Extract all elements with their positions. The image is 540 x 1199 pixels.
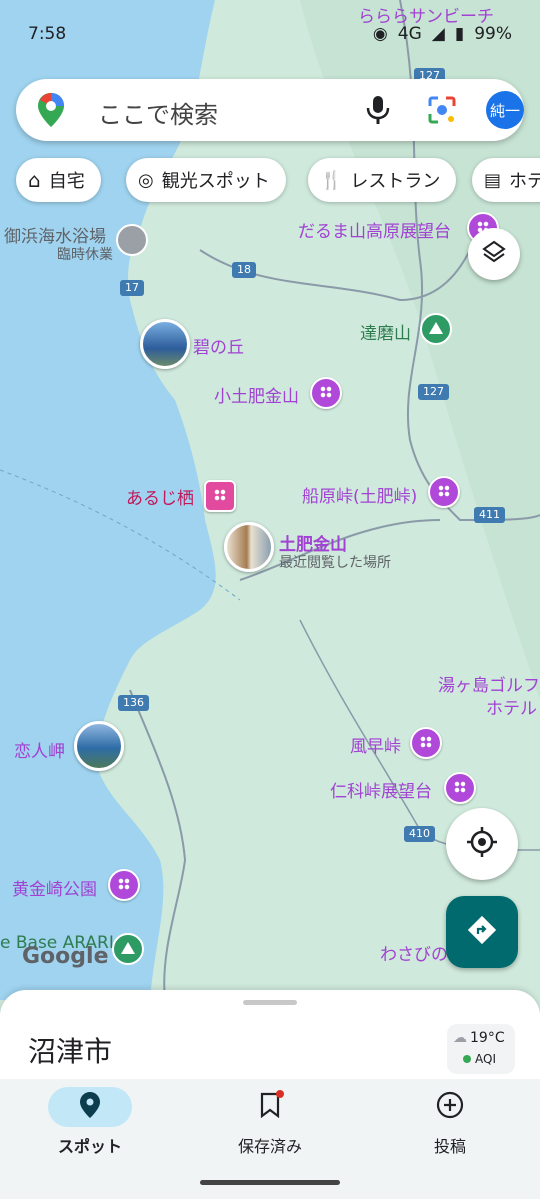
chip-hotel[interactable]: ▤ ホテ — [472, 158, 540, 202]
chip-restaurant[interactable]: 🍴 レストラン — [308, 158, 457, 202]
map-label-kotoi[interactable]: 小土肥金山 — [214, 382, 299, 407]
campsite-icon[interactable] — [112, 933, 144, 965]
mountain-icon[interactable] — [420, 313, 452, 345]
poi-icon[interactable] — [108, 869, 140, 901]
nav-active-indicator — [48, 1087, 132, 1127]
battery-icon: ▮ — [454, 24, 465, 44]
map-label-nishina[interactable]: 仁科峠展望台 — [330, 777, 432, 802]
route-shield: 136 — [118, 695, 149, 711]
route-shield: 410 — [404, 826, 435, 842]
map-label-aruji[interactable]: あるじ栖 — [126, 484, 194, 509]
poi-icon[interactable] — [444, 772, 476, 804]
restaurant-icon: 🍴 — [320, 169, 343, 191]
gesture-bar — [200, 1180, 340, 1185]
bookmark-icon — [260, 1090, 284, 1122]
map-label-tatsuma[interactable]: 達磨山 — [360, 319, 411, 344]
weather-temp: 19°C — [470, 1030, 505, 1046]
google-logo: Google — [22, 944, 109, 969]
notification-dot — [276, 1090, 284, 1098]
route-shield: 411 — [474, 507, 505, 523]
layers-button[interactable] — [468, 228, 520, 280]
search-input[interactable]: ここで検索 — [98, 95, 218, 130]
camera-icon: ◎ — [138, 169, 154, 191]
maps-logo-icon — [38, 93, 64, 131]
drag-handle[interactable] — [243, 1000, 297, 1005]
nav-label: スポット — [57, 1137, 122, 1156]
poi-icon[interactable] — [310, 377, 342, 409]
map-label-midori[interactable]: 碧の丘 — [193, 333, 244, 358]
hotel-icon: ▤ — [484, 169, 502, 191]
weather-widget[interactable]: ☁ 19°C AQI — [447, 1024, 515, 1074]
map-label-darumayama[interactable]: だるま山高原展望台 — [298, 217, 451, 242]
status-battery: 99% — [474, 24, 512, 44]
route-shield: 17 — [120, 280, 144, 296]
map-label-gohama-status: 臨時休業 — [57, 247, 113, 263]
nav-explore[interactable]: スポット — [30, 1087, 150, 1157]
nav-label: 投稿 — [433, 1137, 466, 1156]
beach-icon[interactable] — [116, 224, 148, 256]
crosshair-icon — [466, 826, 498, 862]
map-label-yugashima-hotel[interactable]: ホテル — [486, 694, 537, 719]
aqi-dot-icon — [463, 1055, 471, 1063]
search-bar[interactable]: ここで検索 純一 — [16, 79, 524, 141]
chip-sightseeing[interactable]: ◎ 観光スポット — [126, 158, 286, 202]
chip-label: レストラン — [350, 171, 441, 192]
chip-home[interactable]: ⌂ 自宅 — [16, 158, 101, 202]
poi-icon[interactable] — [410, 727, 442, 759]
nav-label: 保存済み — [237, 1137, 302, 1156]
map-label-recent: 最近閲覧した場所 — [279, 555, 391, 571]
aqi-label: AQI — [475, 1052, 496, 1066]
directions-icon — [467, 915, 497, 949]
map-label-yugashima-golf[interactable]: 湯ヶ島ゴルフ — [438, 671, 540, 696]
nav-icon-wrap — [228, 1087, 312, 1127]
map-label-kazahaya[interactable]: 風早峠 — [350, 732, 401, 757]
avatar[interactable]: 純一 — [486, 91, 524, 129]
map-label-funabara[interactable]: 船原峠(土肥峠) — [302, 482, 417, 507]
poi-icon[interactable] — [428, 476, 460, 508]
route-shield: 127 — [418, 384, 449, 400]
status-network: 4G — [397, 24, 422, 44]
add-circle-icon — [436, 1091, 464, 1123]
bottom-navigation: スポット 保存済み 投稿 — [0, 1079, 540, 1199]
map-label-koganezaki[interactable]: 黄金崎公園 — [12, 875, 97, 900]
status-bar: 7:58 ◉ 4G ◢ ▮ 99% — [0, 20, 540, 50]
lens-icon[interactable] — [426, 94, 458, 130]
nav-contribute[interactable]: 投稿 — [390, 1087, 510, 1157]
location-pin-icon — [80, 1092, 100, 1122]
hotel-icon[interactable] — [204, 480, 236, 512]
status-time: 7:58 — [28, 24, 67, 44]
location-icon: ◉ — [372, 24, 388, 44]
signal-icon: ◢ — [431, 24, 445, 44]
map-label-wasabi[interactable]: わさびの — [380, 940, 448, 965]
chip-label: 自宅 — [48, 171, 85, 192]
area-title: 沼津市 — [28, 1035, 113, 1068]
directions-button[interactable] — [446, 896, 518, 968]
place-photo[interactable] — [74, 721, 124, 771]
microphone-icon[interactable] — [364, 94, 392, 130]
my-location-button[interactable] — [446, 808, 518, 880]
chip-label: 観光スポット — [161, 171, 270, 192]
cloud-icon: ☁ — [453, 1030, 467, 1046]
map-label-koibito[interactable]: 恋人岬 — [14, 737, 65, 762]
route-shield: 18 — [232, 262, 256, 278]
place-photo[interactable] — [140, 319, 190, 369]
nav-saved[interactable]: 保存済み — [210, 1087, 330, 1157]
nav-icon-wrap — [408, 1087, 492, 1127]
place-photo[interactable] — [224, 522, 274, 572]
chip-label: ホテ — [509, 171, 540, 192]
home-icon: ⌂ — [28, 168, 41, 192]
layers-icon — [481, 239, 507, 269]
